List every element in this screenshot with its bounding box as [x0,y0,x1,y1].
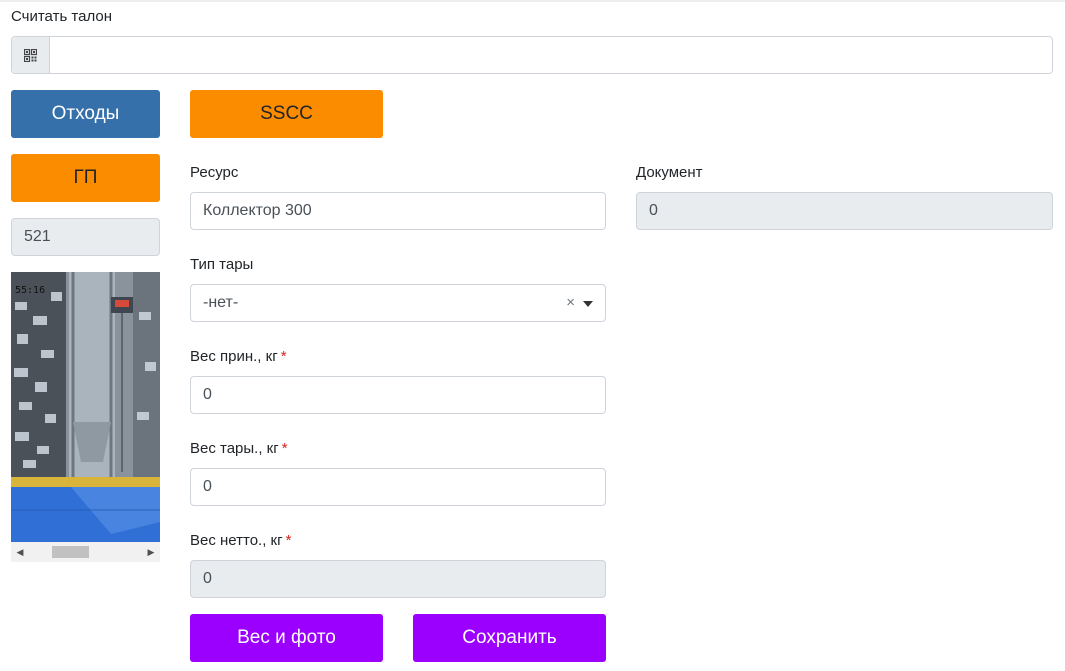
gross-weight-label: Вес прин., кг * [190,348,287,365]
clear-icon[interactable]: × [566,294,575,311]
waste-button[interactable]: Отходы [11,90,160,138]
counter-field: 521 [11,218,160,256]
gross-weight-input[interactable]: 0 [190,376,606,414]
tare-type-label: Тип тары [190,256,254,273]
tare-type-select[interactable]: -нет- × [190,284,606,322]
qr-code-icon [12,37,50,73]
save-button[interactable]: Сохранить [413,614,606,662]
scan-label: Считать талон [11,8,113,25]
gross-weight-label-text: Вес прин., кг [190,348,278,365]
camera-image: 55:16 [11,272,160,542]
horizontal-scrollbar[interactable]: ◀ ▶ [11,542,160,562]
sscc-button[interactable]: SSCC [190,90,383,138]
top-divider [0,0,1065,2]
scroll-left-icon[interactable]: ◀ [13,542,27,562]
scan-input[interactable] [50,37,1052,73]
document-label: Документ [636,164,703,181]
net-weight-input: 0 [190,560,606,598]
gp-button[interactable]: ГП [11,154,160,202]
scroll-right-icon[interactable]: ▶ [144,542,158,562]
scroll-thumb[interactable] [52,546,89,558]
resource-label: Ресурс [190,164,239,181]
required-mark: * [280,348,287,365]
tare-weight-label: Вес тары., кг * [190,440,288,457]
required-mark: * [281,440,288,457]
net-weight-label-text: Вес нетто., кг [190,532,283,549]
weigh-photo-button[interactable]: Вес и фото [190,614,383,662]
tare-weight-label-text: Вес тары., кг [190,440,279,457]
chevron-down-icon[interactable] [583,301,593,307]
document-input: 0 [636,192,1053,230]
camera-scene [11,272,160,542]
resource-input[interactable]: Коллектор 300 [190,192,606,230]
tare-weight-input[interactable]: 0 [190,468,606,506]
tare-type-value: -нет- [203,294,239,311]
scan-input-group [11,36,1053,74]
net-weight-label: Вес нетто., кг * [190,532,291,549]
camera-timestamp: 55:16 [15,285,46,296]
required-mark: * [285,532,292,549]
